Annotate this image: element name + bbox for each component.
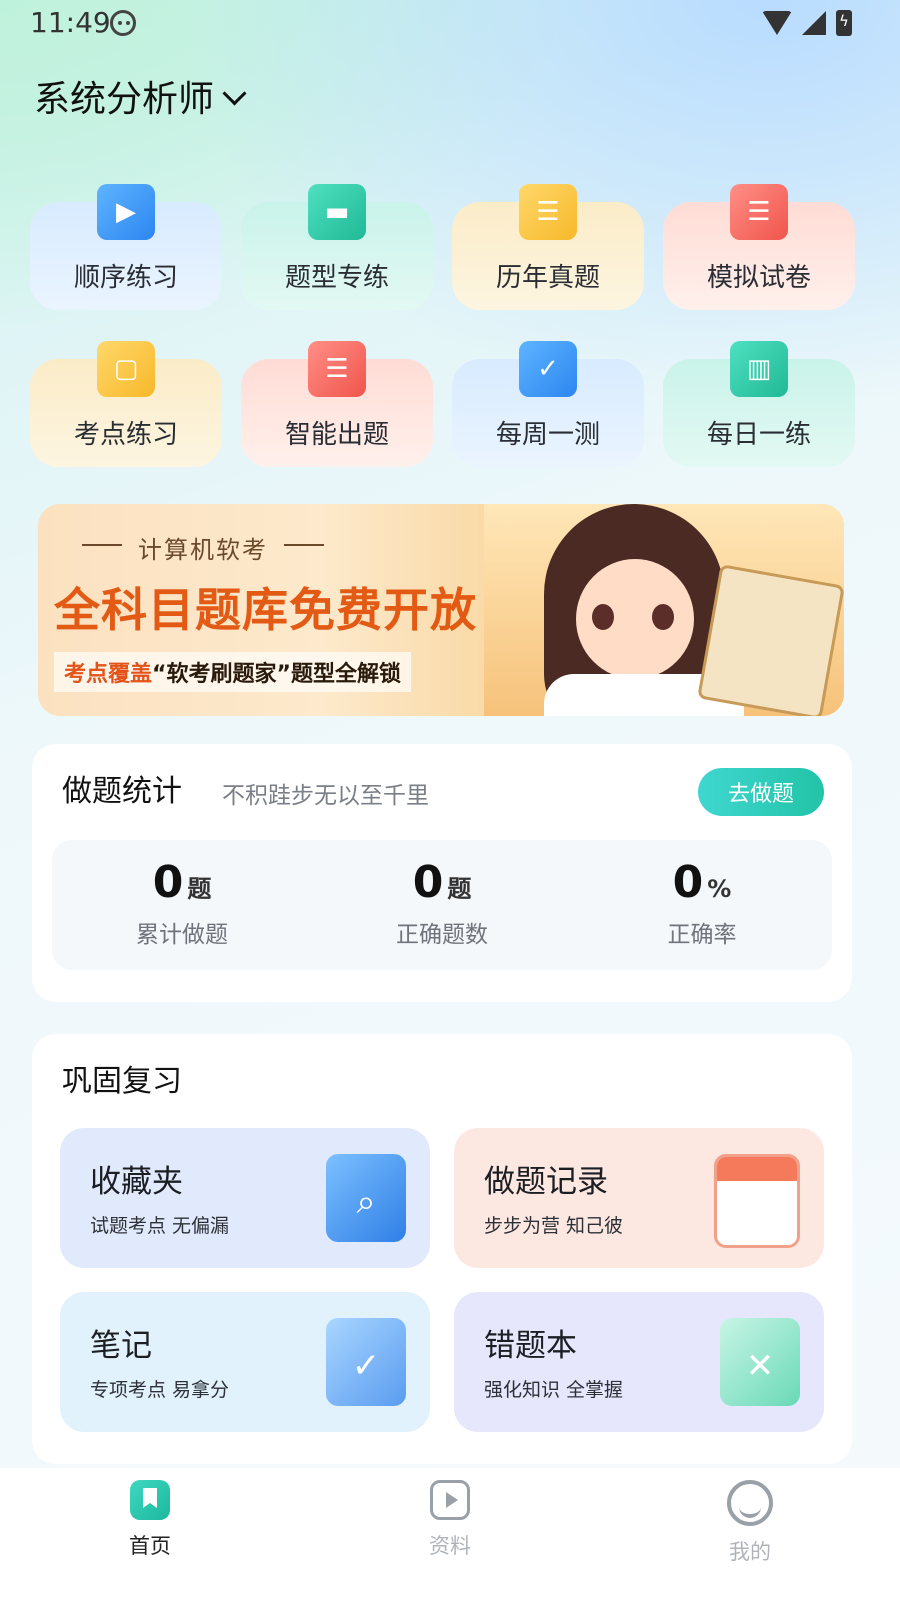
- nav-label: 我的: [729, 1540, 771, 1564]
- chevron-down-icon: [222, 80, 247, 106]
- tablet-icon: ▢: [97, 341, 155, 397]
- nav-label: 首页: [129, 1534, 171, 1558]
- banner-illustration: [484, 504, 844, 716]
- book-icon: [697, 564, 844, 716]
- feature-key-point-practice[interactable]: ▢ 考点练习: [30, 341, 222, 467]
- home-icon: [130, 1480, 170, 1520]
- feature-daily-practice[interactable]: ▥ 每日一练: [663, 341, 855, 467]
- document-icon: ☰: [519, 184, 577, 240]
- start-practice-button[interactable]: 去做题: [698, 768, 824, 816]
- bottom-nav: 首页 资料 我的: [0, 1468, 900, 1600]
- wifi-icon: [762, 11, 792, 35]
- stat-accuracy: 0% 正确率: [667, 857, 737, 949]
- nav-materials[interactable]: 资料: [300, 1468, 600, 1600]
- feature-past-exams[interactable]: ☰ 历年真题: [452, 184, 644, 310]
- signal-icon: [802, 11, 826, 35]
- wrong-questions-entry[interactable]: 错题本 强化知识 全掌握 ✕: [454, 1292, 824, 1432]
- feature-label: 顺序练习: [73, 263, 178, 293]
- promo-banner[interactable]: 计算机软考 全科目题库免费开放 考点覆盖“软考刷题家”题型全解锁: [38, 504, 844, 716]
- favorites-entry[interactable]: 收藏夹 试题考点 无偏漏 ⌕: [60, 1128, 430, 1268]
- card-icon: ▬: [308, 184, 366, 240]
- banner-subtitle: 计算机软考: [82, 530, 324, 565]
- feature-question-type-practice[interactable]: ▬ 题型专练: [241, 184, 433, 310]
- status-bar: 11:49: [0, 0, 900, 48]
- review-card: 巩固复习 收藏夹 试题考点 无偏漏 ⌕ 做题记录 步步为营 知己彼 笔记 专项考…: [32, 1034, 852, 1464]
- feature-label: 考点练习: [73, 420, 178, 450]
- review-title: 巩固复习: [58, 1056, 188, 1104]
- notes-entry[interactable]: 笔记 专项考点 易拿分 ✓: [60, 1292, 430, 1432]
- video-book-icon: ▶: [97, 184, 155, 240]
- banner-note: 考点覆盖“软考刷题家”题型全解锁: [54, 652, 411, 692]
- nav-label: 资料: [429, 1534, 471, 1558]
- stat-total-done: 0题 累计做题: [136, 857, 228, 949]
- banner-title: 全科目题库免费开放: [54, 583, 477, 637]
- notes-icon: ☰: [308, 341, 366, 397]
- practice-record-entry[interactable]: 做题记录 步步为营 知己彼: [454, 1128, 824, 1268]
- subject-title: 系统分析师: [34, 79, 215, 120]
- calendar-check-icon: ✓: [519, 341, 577, 397]
- stats-card: 做题统计 不积跬步无以至千里 去做题 0题 累计做题 0题 正确题数 0% 正确…: [32, 744, 852, 1002]
- stats-title: 做题统计: [58, 766, 188, 814]
- notification-icon: [110, 10, 136, 36]
- clipboard-icon: ✓: [326, 1318, 406, 1406]
- battery-icon: [836, 10, 852, 36]
- feature-label: 模拟试卷: [706, 263, 811, 293]
- folder-search-icon: ⌕: [326, 1154, 406, 1242]
- feature-label: 每日一练: [706, 420, 811, 450]
- video-icon: [430, 1480, 470, 1520]
- stat-correct-count: 0题 正确题数: [396, 857, 488, 949]
- status-time: 11:49: [30, 6, 111, 39]
- nav-profile[interactable]: 我的: [600, 1468, 900, 1600]
- feature-weekly-test[interactable]: ✓ 每周一测: [452, 341, 644, 467]
- feature-mock-exam[interactable]: ☰ 模拟试卷: [663, 184, 855, 310]
- subject-selector[interactable]: 系统分析师: [34, 70, 247, 122]
- feature-label: 题型专练: [284, 263, 389, 293]
- open-book-icon: ▥: [730, 341, 788, 397]
- stats-box: 0题 累计做题 0题 正确题数 0% 正确率: [52, 840, 832, 970]
- paper-icon: ☰: [730, 184, 788, 240]
- calendar-icon: [714, 1154, 800, 1248]
- feature-label: 每周一测: [495, 420, 600, 450]
- nav-home[interactable]: 首页: [0, 1468, 300, 1600]
- status-indicators: [762, 10, 852, 36]
- feature-label: 历年真题: [495, 263, 600, 293]
- feature-sequential-practice[interactable]: ▶ 顺序练习: [30, 184, 222, 310]
- feature-smart-questions[interactable]: ☰ 智能出题: [241, 341, 433, 467]
- error-folder-icon: ✕: [720, 1318, 800, 1406]
- profile-icon: [727, 1480, 773, 1526]
- feature-label: 智能出题: [284, 420, 389, 450]
- stats-motto: 不积跬步无以至千里: [222, 783, 429, 809]
